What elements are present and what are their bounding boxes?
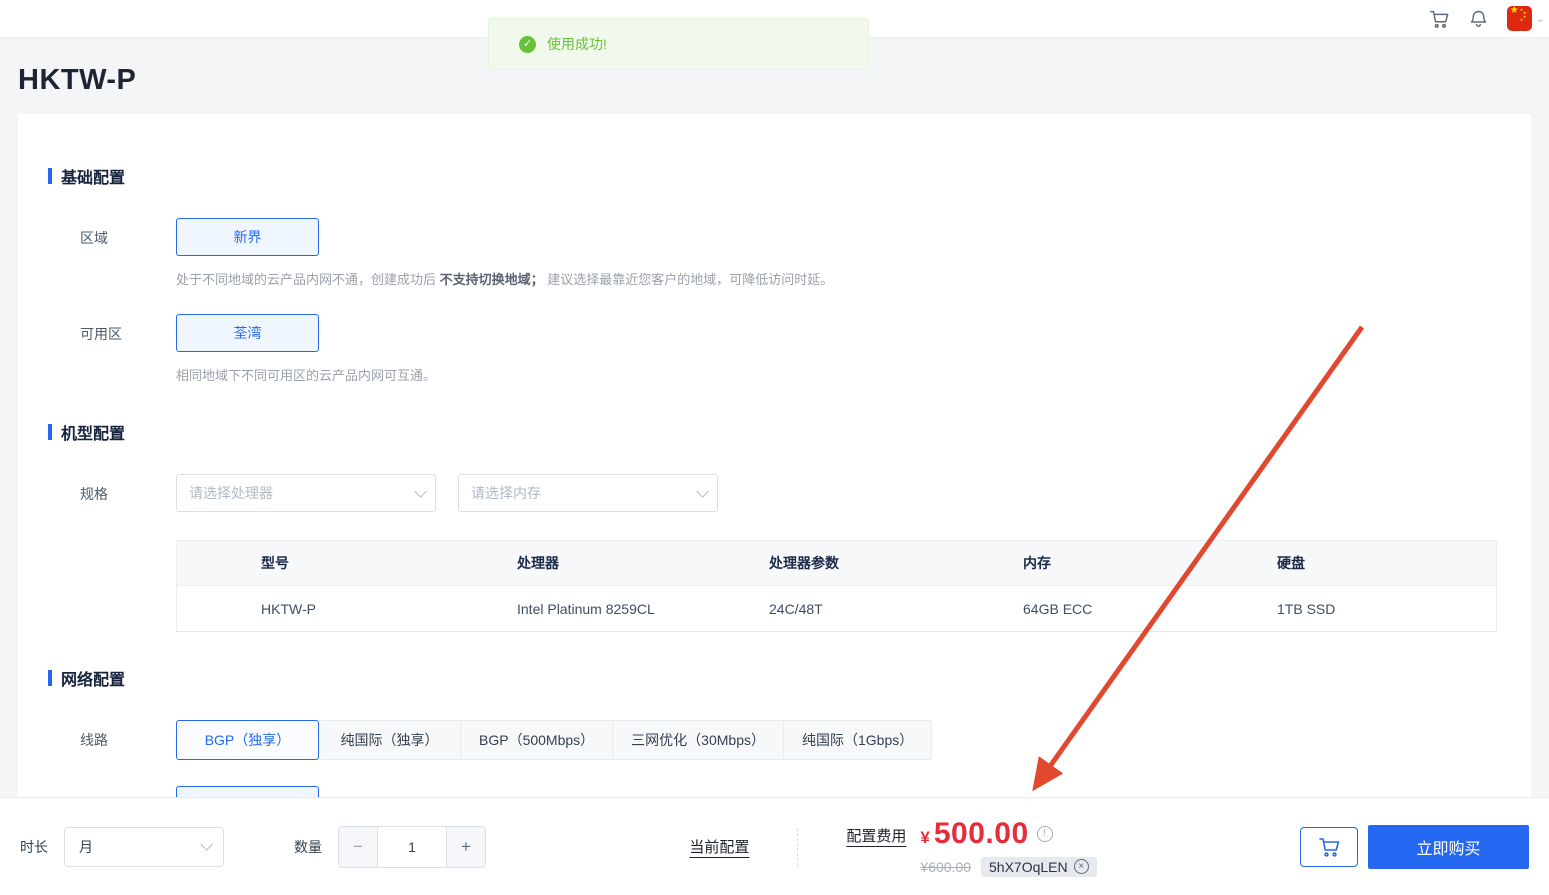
region-option-selected[interactable]: 新界 <box>176 218 319 256</box>
cart-icon <box>1319 837 1340 857</box>
section-machine-config: 机型配置 <box>48 420 1497 444</box>
cell-cpu: Intel Platinum 8259CL <box>517 600 655 617</box>
line-option-triple-net-30mbps[interactable]: 三网优化（30Mbps） <box>612 720 784 760</box>
current-config-link[interactable]: 当前配置 <box>689 836 749 857</box>
success-check-icon: ✓ <box>519 35 536 53</box>
line-option-intl-1gbps[interactable]: 纯国际（1Gbps） <box>782 720 933 760</box>
currency-symbol: ¥ <box>920 827 930 847</box>
chevron-down-icon <box>696 484 709 498</box>
chevron-down-icon <box>200 838 213 851</box>
line-row: 线路 BGP（独享） 纯国际（独享） BGP（500Mbps） 三网优化（30M… <box>80 720 1497 760</box>
chevron-down-icon: ⌄ <box>1535 13 1545 25</box>
table-row[interactable]: HKTW-P Intel Platinum 8259CL 24C/48T 64G… <box>177 585 1496 631</box>
coupon-code: 5hX7OqLEN <box>989 858 1068 875</box>
zone-label: 可用区 <box>80 326 122 342</box>
region-row: 区域 新界 处于不同地域的云产品内网不通，创建成功后 不支持切换地域； 建议选择… <box>80 218 1497 288</box>
memory-select[interactable]: 请选择内存 <box>458 474 718 512</box>
spec-label: 规格 <box>80 486 108 502</box>
purchase-footer-bar: 时长 月 数量 − 1 + 当前配置 配置费用 ¥ 500.00 ! ¥600.… <box>0 797 1549 895</box>
section-accent-bar <box>48 670 52 686</box>
cell-model: HKTW-P <box>261 600 316 617</box>
region-label: 区域 <box>80 230 108 246</box>
cpu-select-placeholder: 请选择处理器 <box>189 485 273 501</box>
duration-label: 时长 <box>20 838 48 855</box>
fee-block: 配置费用 ¥ 500.00 ! ¥600.00 5hX7OqLEN × <box>846 816 1097 877</box>
memory-select-placeholder: 请选择内存 <box>471 485 541 501</box>
zone-row: 可用区 荃湾 相同地域下不同可用区的云产品内网可互通。 <box>80 314 1497 384</box>
section-network-config: 网络配置 <box>48 666 1497 690</box>
chevron-down-icon <box>414 484 427 498</box>
quantity-stepper: − 1 + <box>338 825 486 868</box>
zone-option-selected[interactable]: 荃湾 <box>176 314 319 352</box>
cpu-select[interactable]: 请选择处理器 <box>176 474 436 512</box>
success-toast: ✓ 使用成功! <box>488 18 869 70</box>
section-basic-config: 基础配置 <box>48 164 1497 188</box>
line-label: 线路 <box>80 732 108 748</box>
section-accent-bar <box>48 168 52 184</box>
quantity-decrease-button[interactable]: − <box>339 826 377 867</box>
line-option-bgp-500mbps[interactable]: BGP（500Mbps） <box>460 720 614 760</box>
fee-label[interactable]: 配置费用 <box>846 825 906 846</box>
coupon-remove-icon[interactable]: × <box>1073 859 1089 874</box>
zone-note: 相同地域下不同可用区的云产品内网可互通。 <box>176 368 437 383</box>
line-option-intl-dedicated[interactable]: 纯国际（独享） <box>318 720 461 760</box>
spec-row: 规格 请选择处理器 请选择内存 <box>80 474 1497 512</box>
config-card: 基础配置 区域 新界 处于不同地域的云产品内网不通，创建成功后 不支持切换地域；… <box>18 114 1531 890</box>
cell-disk: 1TB SSD <box>1277 600 1336 617</box>
quantity-label: 数量 <box>294 838 322 855</box>
line-option-bgp-dedicated[interactable]: BGP（独享） <box>176 720 319 760</box>
quantity-increase-button[interactable]: + <box>447 826 485 867</box>
duration-select[interactable]: 月 <box>64 826 224 867</box>
section-accent-bar <box>48 424 52 440</box>
language-selector[interactable]: ★ ★ ★ ★ ★ ⌄ <box>1506 6 1545 31</box>
coupon-tag: 5hX7OqLEN × <box>981 856 1097 877</box>
quantity-value: 1 <box>377 826 447 867</box>
bell-icon[interactable] <box>1459 0 1499 38</box>
original-price: ¥600.00 <box>920 858 972 875</box>
toast-message: 使用成功! <box>547 36 607 52</box>
line-options-group: BGP（独享） 纯国际（独享） BGP（500Mbps） 三网优化（30Mbps… <box>176 720 1497 760</box>
buy-now-button[interactable]: 立即购买 <box>1368 824 1529 869</box>
price-info-icon[interactable]: ! <box>1036 825 1053 842</box>
dashed-divider <box>797 827 799 866</box>
price-value: 500.00 <box>933 816 1029 850</box>
spec-table-header: 型号 处理器 处理器参数 内存 硬盘 <box>177 541 1496 585</box>
add-to-cart-button[interactable] <box>1300 826 1358 867</box>
cell-cpu-params: 24C/48T <box>769 600 823 617</box>
region-note: 处于不同地域的云产品内网不通，创建成功后 不支持切换地域； 建议选择最靠近您客户… <box>176 272 834 287</box>
spec-table: 型号 处理器 处理器参数 内存 硬盘 HKTW-P Intel Platinum… <box>176 540 1497 632</box>
duration-value: 月 <box>79 838 93 855</box>
cart-icon[interactable] <box>1419 0 1459 38</box>
cell-memory: 64GB ECC <box>1023 600 1093 617</box>
china-flag-icon: ★ ★ ★ ★ ★ <box>1506 6 1532 31</box>
